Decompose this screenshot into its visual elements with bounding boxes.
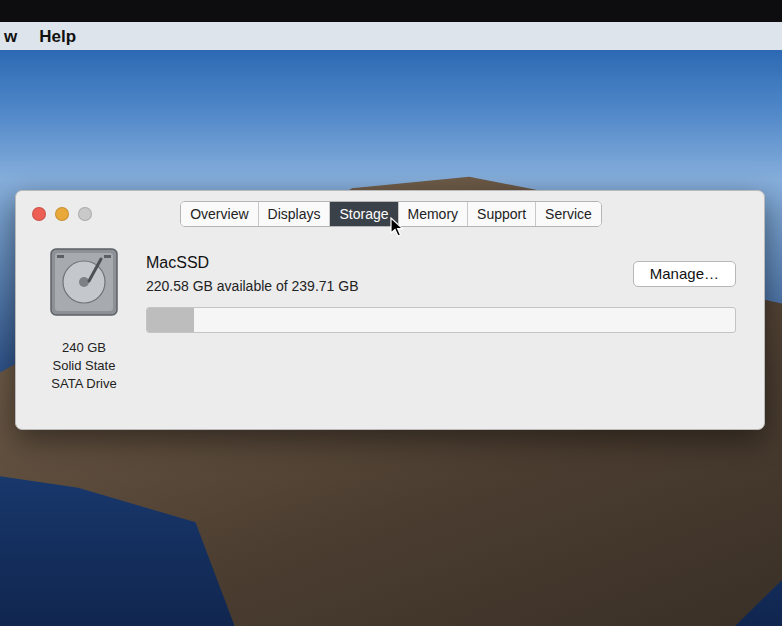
menu-bar: w Help	[0, 22, 782, 50]
manage-button[interactable]: Manage…	[633, 261, 736, 287]
drive-type: Solid State	[42, 357, 126, 375]
tab-label: Storage	[339, 206, 388, 222]
window-control[interactable]	[32, 207, 46, 221]
storage-used-fill	[147, 308, 194, 332]
tab-label: Overview	[190, 206, 248, 222]
volume-info: MacSSD220.58 GB available of 239.71 GBMa…	[146, 245, 736, 393]
menu-item[interactable]: w	[0, 25, 21, 49]
tab-label: Service	[545, 206, 592, 222]
tab-label: Memory	[408, 206, 459, 222]
tab[interactable]: Storage	[329, 202, 397, 226]
hard-drive-icon	[47, 245, 121, 319]
storage-panel: 240 GBSolid StateSATA Drive MacSSD 220.58 …	[16, 235, 764, 419]
volume-name: MacSSD	[146, 253, 358, 273]
menu-item[interactable]: Help	[35, 25, 80, 49]
tab-bar: Overview Displays Storage Memory Support Serv…	[180, 201, 602, 227]
drive-interface: SATA Drive	[42, 375, 126, 393]
tab[interactable]: Service	[535, 202, 601, 226]
tab[interactable]: Overview	[181, 202, 257, 226]
volume-header: MacSSD220.58 GB available of 239.71 GBMa…	[146, 253, 736, 295]
window-control[interactable]	[78, 207, 92, 221]
title-bar: Overview Displays Storage Memory Support Serv…	[16, 191, 764, 235]
tab[interactable]: Displays	[258, 202, 330, 226]
screen-bezel	[0, 0, 782, 22]
storage-bar	[146, 307, 736, 333]
tab-label: Displays	[268, 206, 321, 222]
tab[interactable]: Support	[467, 202, 535, 226]
desktop: Overview Displays Storage Memory Support Serv…	[0, 50, 782, 626]
window-controls	[32, 207, 180, 221]
tab-label: Support	[477, 206, 526, 222]
about-window: Overview Displays Storage Memory Support Serv…	[15, 190, 765, 430]
drive-size: 240 GB	[42, 339, 126, 357]
volume-text: MacSSD 220.58 GB available of 239.71 GB	[146, 253, 358, 295]
drive-info: 240 GBSolid StateSATA Drive	[42, 245, 126, 393]
window-control[interactable]	[55, 207, 69, 221]
tab[interactable]: Memory	[398, 202, 468, 226]
volume-summary: 220.58 GB available of 239.71 GB	[146, 277, 358, 295]
